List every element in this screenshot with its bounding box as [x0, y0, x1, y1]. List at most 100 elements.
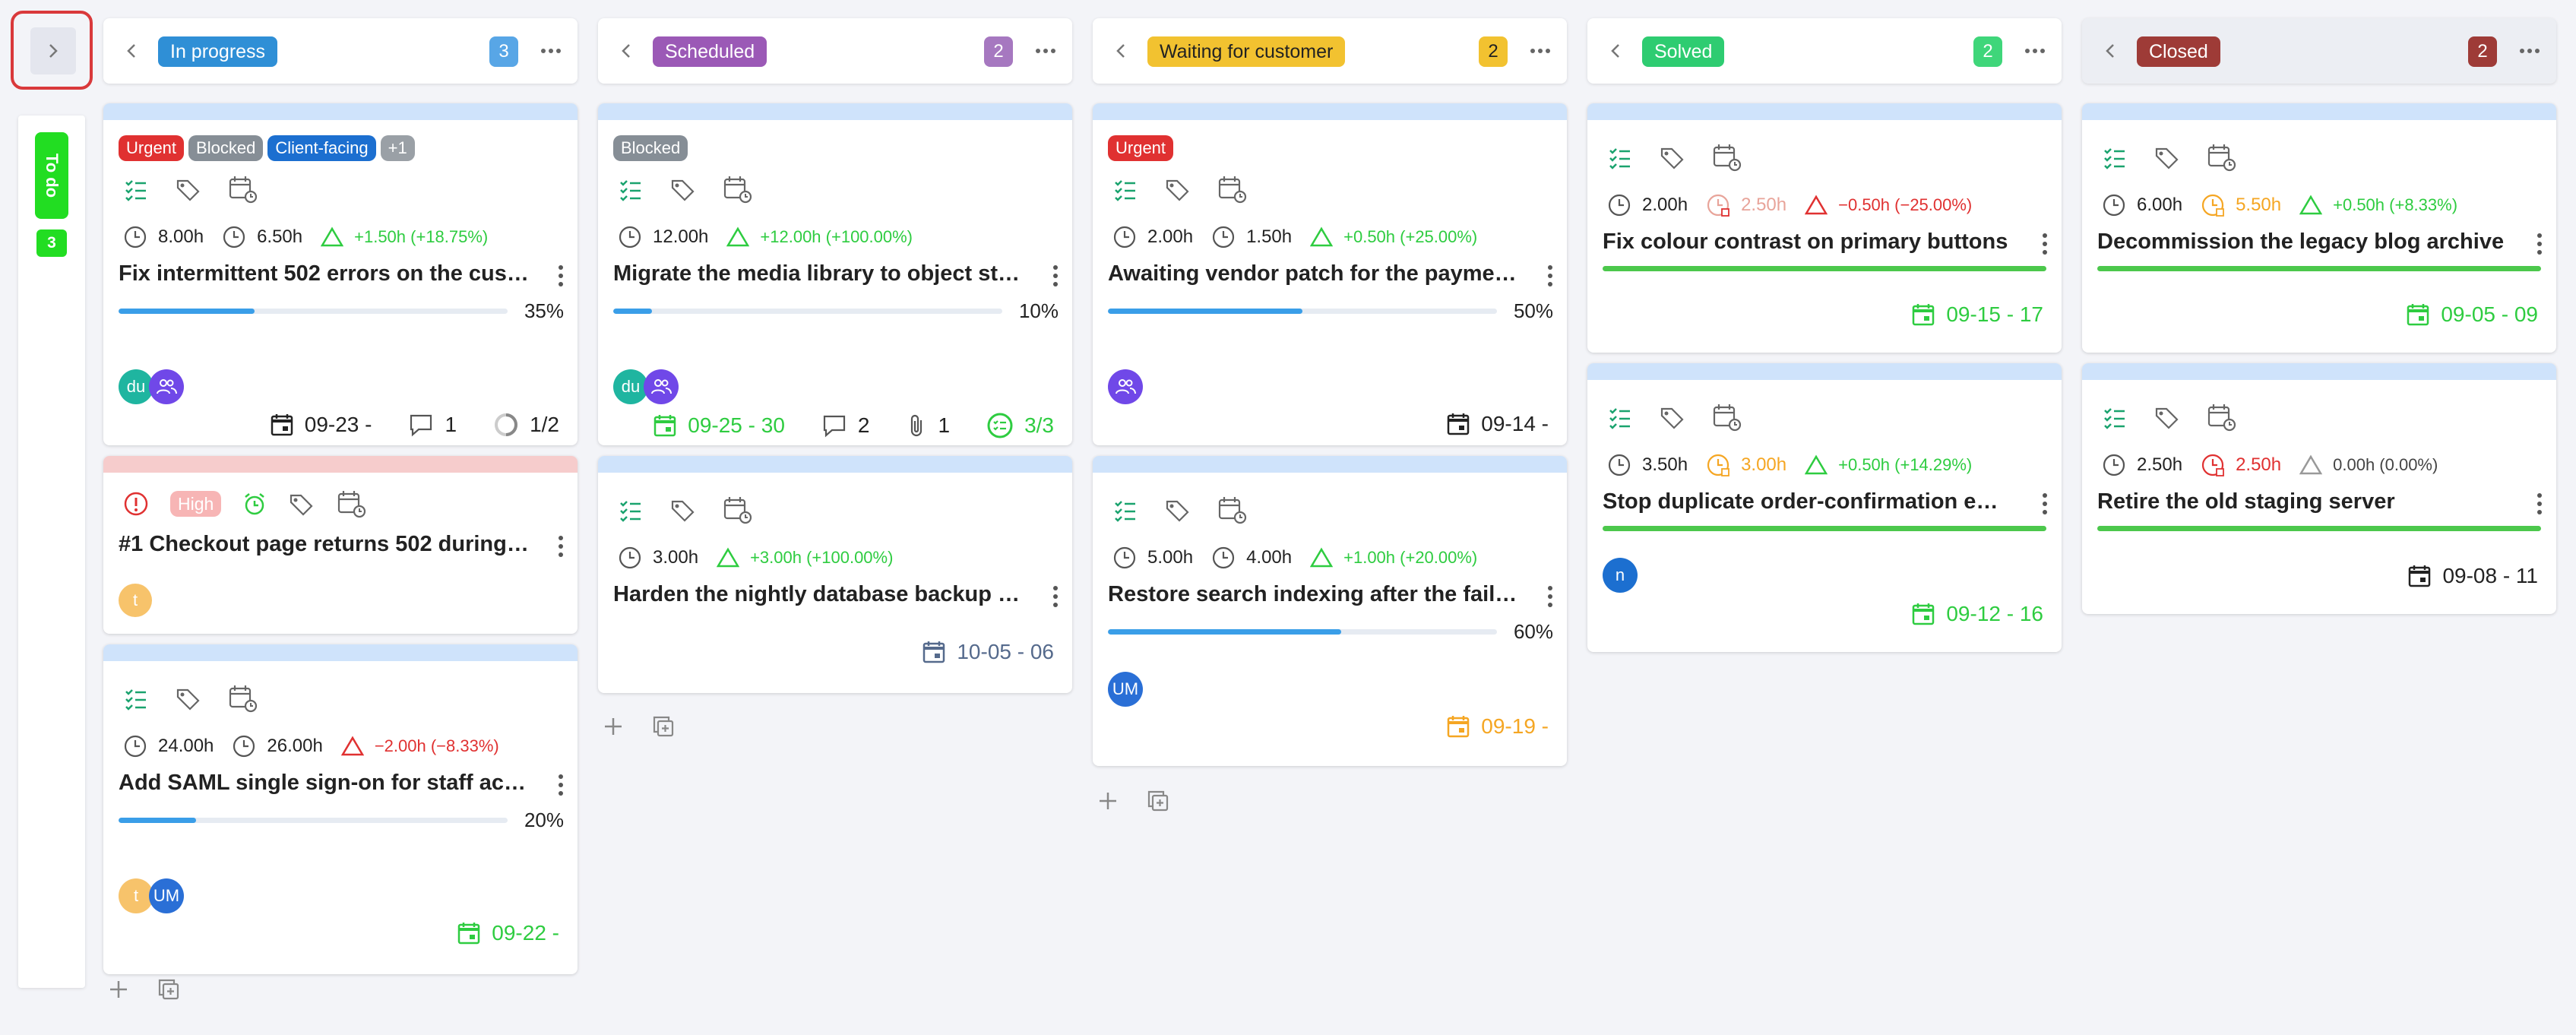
card-title[interactable]: Awaiting vendor patch for the payment ga…	[1108, 261, 1518, 286]
task-card[interactable]: 3.50h 3.00h +0.50h (+14.29%) Stop duplic…	[1587, 363, 2062, 652]
task-card[interactable]: 6.00h 5.50h +0.50h (+8.33%) Decommission…	[2082, 103, 2556, 353]
avatar-group[interactable]	[1108, 369, 1143, 404]
attachment-icon[interactable]	[906, 413, 927, 438]
tag-icon[interactable]	[669, 497, 697, 523]
collapse-column-icon[interactable]	[1108, 38, 1134, 64]
task-card[interactable]: Urgent 2.00h 1.50h +0.50h (+25.00%) Awai…	[1093, 103, 1567, 445]
tag-badge[interactable]: Urgent	[1108, 135, 1174, 161]
add-card-icon[interactable]	[603, 716, 624, 737]
collapse-column-icon[interactable]	[613, 38, 639, 64]
card-menu-icon[interactable]	[2040, 491, 2049, 517]
tag-icon[interactable]	[2154, 404, 2181, 430]
card-menu-icon[interactable]	[2040, 231, 2049, 257]
avatar[interactable]: UM	[1108, 672, 1143, 707]
comment-icon[interactable]	[821, 413, 847, 438]
card-title[interactable]: #1 Checkout page returns 502 during peak…	[119, 532, 529, 557]
checklist-icon[interactable]	[1112, 497, 1138, 523]
avatar[interactable]: n	[1603, 558, 1638, 593]
task-card[interactable]: Blocked 12.00h +12.00h (+100.00%) Migrat…	[598, 103, 1072, 445]
checklist-icon[interactable]	[2102, 404, 2128, 430]
card-title[interactable]: Fix intermittent 502 errors on the custo…	[119, 261, 529, 286]
avatar-group[interactable]	[644, 369, 679, 404]
tag-badge[interactable]: Blocked	[613, 135, 688, 161]
duplicate-card-icon[interactable]	[157, 977, 181, 1002]
more-options-icon[interactable]	[2517, 38, 2543, 64]
schedule-icon[interactable]	[1217, 175, 1248, 204]
schedule-icon[interactable]	[723, 495, 753, 524]
more-options-icon[interactable]	[2022, 38, 2048, 64]
tag-icon[interactable]	[288, 491, 315, 517]
add-card-icon[interactable]	[1097, 790, 1119, 812]
expand-sidebar-button[interactable]	[30, 27, 76, 74]
collapse-column-icon[interactable]	[2097, 38, 2123, 64]
task-card[interactable]: High #1 Checkout page returns 502 during…	[103, 456, 578, 634]
collapse-column-icon[interactable]	[119, 38, 144, 64]
add-card-icon[interactable]	[108, 979, 129, 1000]
avatar[interactable]: UM	[149, 878, 184, 913]
tag-icon[interactable]	[175, 685, 202, 711]
more-tags-badge[interactable]: +1	[380, 135, 415, 161]
card-title[interactable]: Retire the old staging server	[2097, 489, 2508, 514]
card-title[interactable]: Migrate the media library to object stor…	[613, 261, 1024, 286]
todo-collapsed-column[interactable]: To do 3	[18, 116, 85, 988]
alarm-icon[interactable]	[242, 492, 267, 516]
task-card[interactable]: 24.00h 26.00h −2.00h (−8.33%) Add SAML s…	[103, 644, 578, 974]
card-title[interactable]: Add SAML single sign-on for staff accoun…	[119, 771, 529, 796]
card-title[interactable]: Fix colour contrast on primary buttons	[1603, 229, 2013, 255]
checklist-icon[interactable]	[1607, 144, 1633, 170]
tag-icon[interactable]	[1659, 404, 1686, 430]
checklist-icon[interactable]	[618, 497, 644, 523]
tag-icon[interactable]	[175, 176, 202, 202]
tag-icon[interactable]	[669, 176, 697, 202]
card-menu-icon[interactable]	[2535, 231, 2544, 257]
schedule-icon[interactable]	[1217, 495, 1248, 524]
tag-badge[interactable]: Urgent	[119, 135, 185, 161]
checklist-icon[interactable]	[1112, 176, 1138, 202]
tag-badge[interactable]: Blocked	[188, 135, 264, 161]
card-menu-icon[interactable]	[1546, 263, 1555, 289]
duplicate-card-icon[interactable]	[1146, 789, 1170, 813]
more-options-icon[interactable]	[538, 38, 564, 64]
task-card[interactable]: 2.50h 2.50h 0.00h (0.00%) Retire the old…	[2082, 363, 2556, 614]
comment-icon[interactable]	[408, 413, 434, 437]
task-card[interactable]: 5.00h 4.00h +1.00h (+20.00%) Restore sea…	[1093, 456, 1567, 766]
more-options-icon[interactable]	[1033, 38, 1059, 64]
avatar-group[interactable]	[149, 369, 184, 404]
tag-icon[interactable]	[1164, 176, 1191, 202]
card-menu-icon[interactable]	[556, 533, 565, 559]
schedule-icon[interactable]	[1712, 143, 1742, 172]
card-title[interactable]: Decommission the legacy blog archive	[2097, 229, 2508, 255]
schedule-icon[interactable]	[228, 684, 258, 713]
priority-badge[interactable]: High	[170, 491, 222, 517]
card-menu-icon[interactable]	[1051, 584, 1060, 609]
card-menu-icon[interactable]	[2535, 491, 2544, 517]
schedule-icon[interactable]	[723, 175, 753, 204]
checklist-icon[interactable]	[2102, 144, 2128, 170]
checklist-icon[interactable]	[123, 176, 149, 202]
task-card[interactable]: 2.00h 2.50h −0.50h (−25.00%) Fix colour …	[1587, 103, 2062, 353]
avatar[interactable]: t	[119, 584, 152, 617]
schedule-icon[interactable]	[2207, 143, 2237, 172]
card-title[interactable]: Harden the nightly database backup job	[613, 582, 1024, 607]
more-options-icon[interactable]	[1527, 38, 1553, 64]
checklist-icon[interactable]	[618, 176, 644, 202]
schedule-icon[interactable]	[337, 489, 367, 518]
tag-icon[interactable]	[1164, 497, 1191, 523]
task-card[interactable]: Urgent Blocked Client-facing +1 8.00h 6.…	[103, 103, 578, 445]
checklist-icon[interactable]	[123, 685, 149, 711]
card-title[interactable]: Stop duplicate order-confirmation emails	[1603, 489, 2013, 514]
card-menu-icon[interactable]	[1051, 263, 1060, 289]
tag-icon[interactable]	[1659, 144, 1686, 170]
card-menu-icon[interactable]	[556, 263, 565, 289]
schedule-icon[interactable]	[2207, 403, 2237, 432]
task-card[interactable]: 3.00h +3.00h (+100.00%) Harden the night…	[598, 456, 1072, 693]
duplicate-card-icon[interactable]	[651, 714, 676, 739]
tag-badge[interactable]: Client-facing	[267, 135, 376, 161]
checklist-icon[interactable]	[1607, 404, 1633, 430]
card-title[interactable]: Restore search indexing after the failed…	[1108, 582, 1518, 607]
card-menu-icon[interactable]	[556, 772, 565, 798]
tag-icon[interactable]	[2154, 144, 2181, 170]
card-menu-icon[interactable]	[1546, 584, 1555, 609]
schedule-icon[interactable]	[1712, 403, 1742, 432]
schedule-icon[interactable]	[228, 175, 258, 204]
